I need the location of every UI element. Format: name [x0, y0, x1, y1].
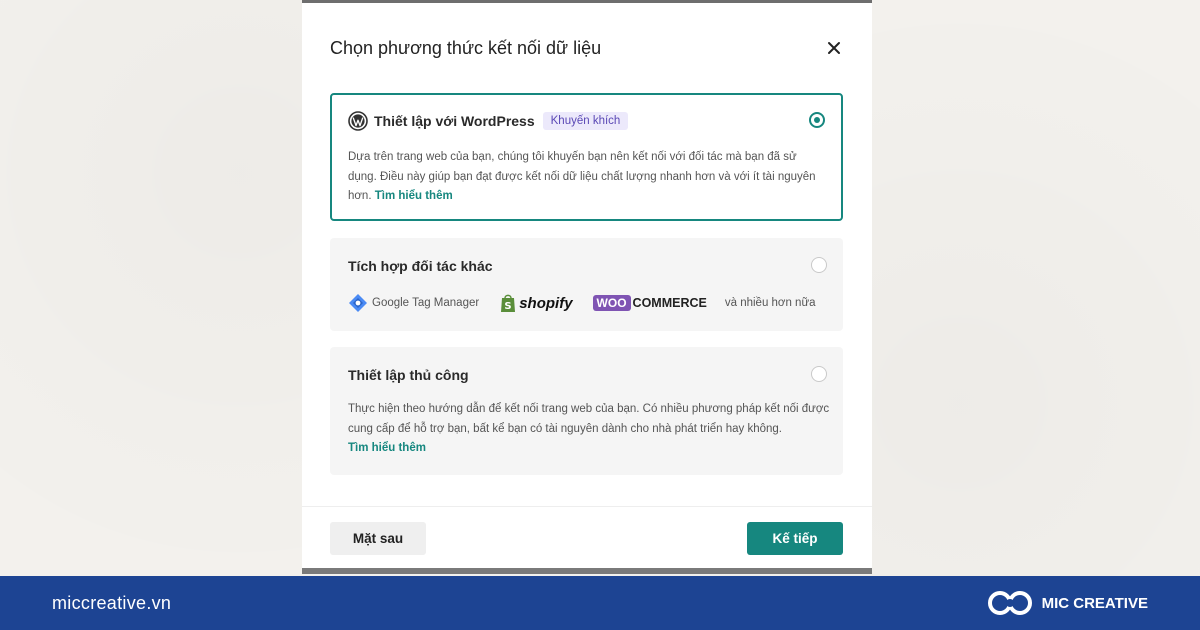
option-title: Thiết lập thủ công [348, 367, 469, 383]
option-manual-setup[interactable]: Thiết lập thủ công Thực hiện theo hướng … [330, 347, 843, 475]
option-title: Tích hợp đối tác khác [348, 258, 493, 274]
shopify-bag-icon: S [501, 294, 516, 312]
gtm-label: Google Tag Manager [372, 297, 480, 309]
dialog-bottom-edge [302, 568, 872, 574]
dialog-title: Chọn phương thức kết nối dữ liệu [330, 37, 602, 58]
option-wordpress[interactable]: Thiết lập với WordPress Khuyến khích Dựa… [330, 93, 843, 221]
description-text: Thực hiện theo hướng dẫn để kết nối tran… [348, 403, 830, 435]
brand-name: MIC CREATIVE [1041, 594, 1148, 612]
partner-logos: Google Tag Manager S shopify WOO COMMERC… [348, 291, 816, 315]
brand-logo: MIC CREATIVE [986, 576, 1148, 630]
next-button[interactable]: Kế tiếp [747, 522, 843, 555]
learn-more-link[interactable]: Tìm hiểu thêm [348, 442, 426, 454]
learn-more-link[interactable]: Tìm hiểu thêm [375, 190, 453, 202]
site-url: miccreative.vn [52, 592, 172, 613]
option-title: Thiết lập với WordPress [374, 113, 535, 129]
brand-footer-bar: miccreative.vn MIC CREATIVE [0, 576, 1200, 630]
google-tag-manager-icon [349, 294, 367, 312]
commerce-logo-part: COMMERCE [632, 296, 707, 310]
option-radio-manual[interactable] [811, 366, 827, 382]
option-radio-wordpress[interactable] [809, 112, 825, 128]
option-other-partners[interactable]: Tích hợp đối tác khác Google Tag Manager… [330, 238, 843, 331]
close-button[interactable] [824, 38, 844, 58]
option-description: Dựa trên trang web của bạn, chúng tôi kh… [348, 148, 828, 207]
wordpress-icon [348, 111, 368, 131]
and-more-text: và nhiều hơn nữa [724, 297, 816, 309]
close-icon [828, 42, 840, 54]
footer-divider [302, 506, 872, 507]
option-title-row: Thiết lập với WordPress Khuyến khích [348, 111, 629, 131]
back-button[interactable]: Mặt sau [330, 522, 426, 555]
option-radio-partners[interactable] [811, 257, 827, 273]
connection-method-dialog: Chọn phương thức kết nối dữ liệu Thiết l… [302, 0, 872, 573]
woo-logo-part: WOO [592, 295, 631, 311]
dialog-header: Chọn phương thức kết nối dữ liệu [330, 35, 844, 61]
mic-creative-logo-icon [987, 591, 1032, 615]
svg-text:S: S [505, 301, 512, 312]
recommended-badge: Khuyến khích [542, 112, 629, 130]
option-description: Thực hiện theo hướng dẫn để kết nối tran… [348, 400, 830, 459]
shopify-label: shopify [519, 294, 573, 312]
